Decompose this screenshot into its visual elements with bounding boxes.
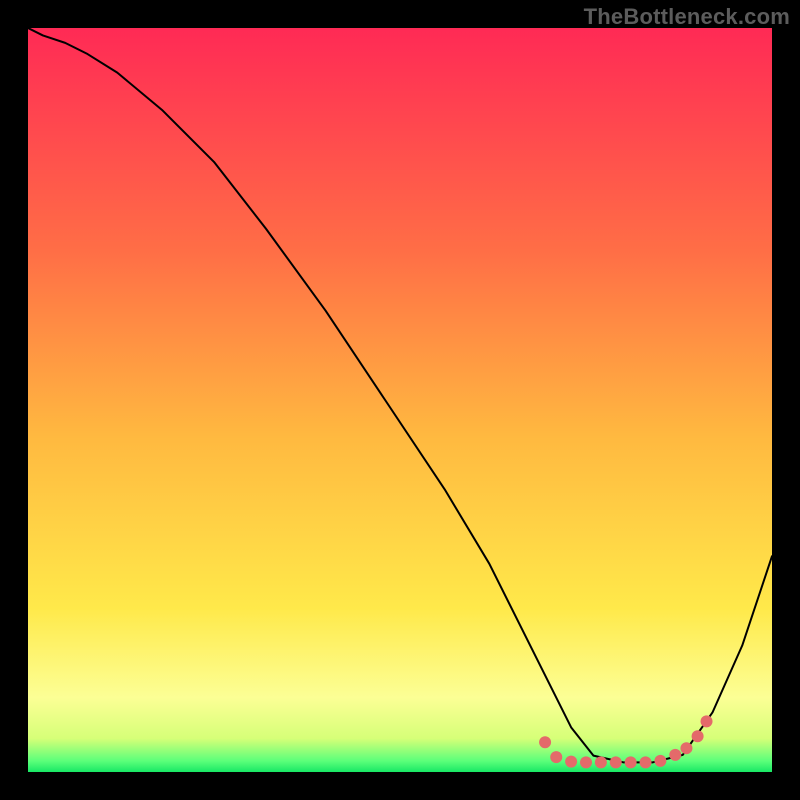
marker-dot bbox=[640, 756, 652, 768]
marker-dot bbox=[654, 755, 666, 767]
marker-dot bbox=[595, 756, 607, 768]
marker-dot bbox=[701, 715, 713, 727]
marker-dot bbox=[580, 756, 592, 768]
gradient-background bbox=[28, 28, 772, 772]
marker-dot bbox=[692, 730, 704, 742]
marker-dot bbox=[565, 756, 577, 768]
marker-dot bbox=[610, 756, 622, 768]
marker-dot bbox=[669, 749, 681, 761]
marker-dot bbox=[539, 736, 551, 748]
marker-dot bbox=[550, 751, 562, 763]
marker-dot bbox=[625, 756, 637, 768]
watermark-text: TheBottleneck.com bbox=[584, 4, 790, 30]
plot-area bbox=[28, 28, 772, 772]
chart-container: TheBottleneck.com bbox=[0, 0, 800, 800]
marker-dot bbox=[680, 742, 692, 754]
chart-svg bbox=[28, 28, 772, 772]
